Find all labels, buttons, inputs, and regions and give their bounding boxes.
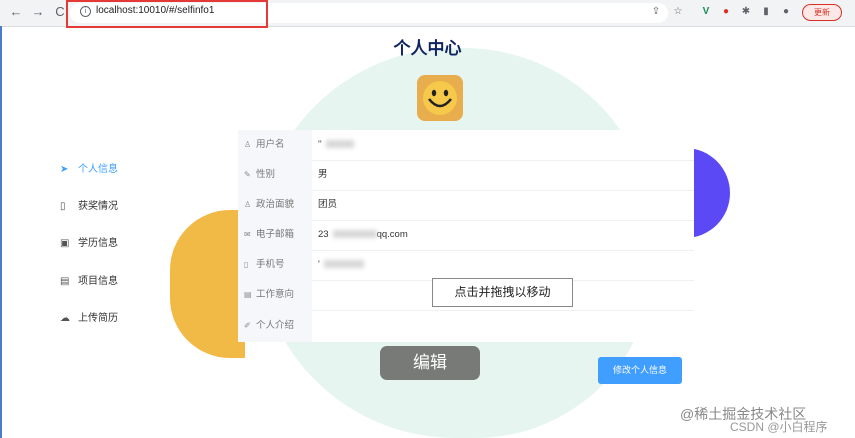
sidebar-item-personal-info[interactable]: ➤ 个人信息 [60,160,118,176]
sidebar-item-education[interactable]: ▣ 学历信息 [60,234,118,250]
table-row: ✉ 电子邮箱 23 qq.com [238,220,694,251]
row-label: ♙ 用户名 [238,130,312,160]
extension-red-icon[interactable]: ● [720,6,732,18]
briefcase-icon: ▤ [244,290,252,299]
background-blob-yellow [170,210,245,358]
row-label: ♙ 政治面貌 [238,190,312,220]
sidebar-item-label: 学历信息 [78,238,118,249]
drag-tooltip: 点击并拖拽以移动 [432,278,573,307]
window-edge [0,26,2,438]
redacted-text [323,260,364,269]
sidebar-item-label: 项目信息 [78,276,118,287]
user-icon: ♙ [244,140,252,149]
political-status-value: 团员 [318,199,338,210]
redacted-text [332,230,377,239]
briefcase-icon: ▤ [60,276,70,287]
sidebar-item-projects[interactable]: ▤ 项目信息 [60,272,118,288]
edit-button[interactable]: 编辑 [380,346,480,380]
row-label: ✐ 个人介绍 [238,310,312,342]
page-title: 个人中心 [393,39,462,58]
back-icon[interactable]: ← [8,4,24,20]
gender-value: 男 [318,169,328,180]
user-icon: ♙ [244,200,252,209]
row-label: ✎ 性别 [238,160,312,190]
table-row: ♙ 政治面貌 团员 [238,190,694,221]
paper-plane-icon: ➤ [60,164,69,175]
star-icon[interactable]: ☆ [672,6,684,18]
sidebar-item-label: 上传简历 [78,313,118,324]
document-icon: ▯ [60,201,66,212]
modify-info-button[interactable]: 修改个人信息 [598,357,682,384]
personal-info-table: ♙ 用户名 '' ✎ 性别 男 ♙ 政治面貌 团员 ✉ 电子邮箱 23 qq.com ▯ 手… [238,130,694,342]
phone-icon: ▯ [244,260,249,269]
row-label: ✉ 电子邮箱 [238,220,312,250]
edit-icon: ✐ [244,321,251,330]
email-value: 23 qq.com [318,229,408,240]
mail-icon: ✉ [244,230,251,239]
sidebar-item-awards[interactable]: ▯ 获奖情况 [60,197,118,213]
sidepanel-icon[interactable]: ▮ [760,6,772,18]
smiley-face-icon [423,81,457,115]
puzzle-icon[interactable]: ✱ [740,6,752,18]
sidebar-item-label: 获奖情况 [78,201,118,212]
sidebar-item-upload-resume[interactable]: ☁ 上传简历 [60,309,118,325]
share-icon[interactable]: ⇪ [650,6,662,18]
table-row: ✐ 个人介绍 [238,310,694,342]
forward-icon[interactable]: → [30,4,46,20]
table-row: ▯ 手机号 ' [238,250,694,281]
phone-value: ' [318,250,364,280]
username-value: '' [318,130,354,160]
table-row: ✎ 性别 男 [238,160,694,191]
avatar [417,75,463,121]
cloud-upload-icon: ☁ [60,313,70,324]
row-label: ▯ 手机号 [238,250,312,280]
pen-icon: ✎ [244,170,251,179]
watermark-csdn: CSDN @小白程序 [730,420,828,434]
url-highlight-box [66,0,268,28]
sidebar-item-label: 个人信息 [78,164,118,175]
profile-icon[interactable]: ● [780,6,792,18]
folder-icon: ▣ [60,238,70,249]
redacted-text [325,140,354,149]
update-button[interactable]: 更新 [802,4,842,21]
row-label: ▤ 工作意向 [238,280,312,310]
vue-devtools-icon[interactable]: V [700,6,712,18]
table-row: ♙ 用户名 '' [238,130,694,161]
